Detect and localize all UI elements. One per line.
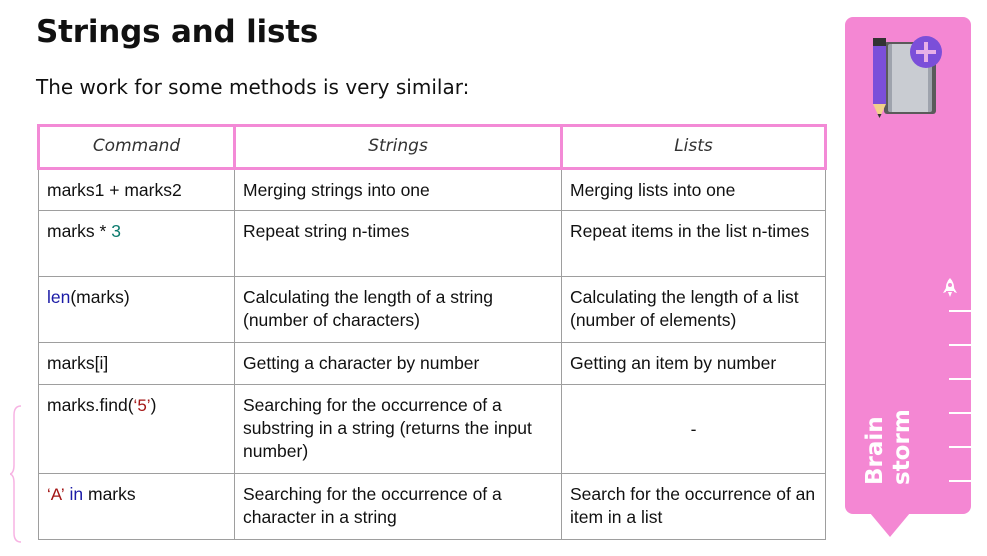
- table-row: ‘A’ in marks Searching for the occurrenc…: [38, 473, 826, 540]
- command-cell: marks * 3: [38, 210, 235, 277]
- lists-cell: Getting an item by number: [561, 342, 826, 385]
- header-command: Command: [37, 124, 236, 170]
- lists-cell: -: [561, 384, 826, 474]
- lists-cell: Merging lists into one: [561, 168, 826, 211]
- code-number: 3: [111, 221, 121, 241]
- strings-cell: Searching for the occurrence of a charac…: [234, 473, 562, 540]
- code-string: ‘A’: [47, 485, 65, 504]
- page-subtitle: The work for some methods is very simila…: [36, 75, 470, 99]
- table-header-row: Command Strings Lists: [37, 124, 827, 170]
- table-row: marks.find(‘5’) Searching for the occurr…: [38, 384, 826, 474]
- code-keyword: in: [64, 484, 84, 504]
- header-lists: Lists: [560, 124, 827, 170]
- strings-cell: Getting a character by number: [234, 342, 562, 385]
- table-row: len(marks) Calculating the length of a s…: [38, 276, 826, 343]
- comparison-table: Command Strings Lists marks1 + marks2 Me…: [37, 124, 827, 540]
- ruler-ticks: [949, 310, 975, 482]
- code-text: ): [150, 395, 157, 415]
- code-text: marks *: [47, 221, 112, 241]
- label-line-2: storm: [889, 409, 915, 485]
- command-cell: marks1 + marks2: [38, 168, 235, 211]
- notebook-pencil-plus-icon: [873, 36, 942, 118]
- brainstorm-label: Brain storm: [862, 355, 916, 485]
- command-cell: marks.find(‘5’): [38, 384, 235, 474]
- code-text: marks1 + marks2: [47, 180, 182, 200]
- code-keyword: len: [47, 287, 71, 307]
- lists-cell: Calculating the length of a list (number…: [561, 276, 826, 343]
- code-text: marks[i]: [47, 353, 109, 373]
- command-cell: marks[i]: [38, 342, 235, 385]
- code-text: (marks): [70, 287, 130, 307]
- command-cell: len(marks): [38, 276, 235, 343]
- header-strings: Strings: [233, 124, 563, 170]
- strings-cell: Merging strings into one: [234, 168, 562, 211]
- lists-cell: Search for the occurrence of an item in …: [561, 473, 826, 540]
- code-text: marks: [83, 484, 136, 504]
- rocket-icon: [943, 278, 957, 297]
- table-row: marks[i] Getting a character by number G…: [38, 342, 826, 385]
- lists-cell: Repeat items in the list n-times: [561, 210, 826, 277]
- label-line-1: Brain: [862, 416, 888, 485]
- strings-cell: Repeat string n-times: [234, 210, 562, 277]
- brace-decoration: [10, 405, 22, 543]
- command-cell: ‘A’ in marks: [38, 473, 235, 540]
- table-row: marks1 + marks2 Merging strings into one…: [38, 168, 826, 211]
- code-text: marks.find(: [47, 395, 134, 415]
- strings-cell: Calculating the length of a string (numb…: [234, 276, 562, 343]
- page-title: Strings and lists: [36, 14, 319, 50]
- panel-notch: [870, 513, 910, 537]
- table-row: marks * 3 Repeat string n-times Repeat i…: [38, 210, 826, 277]
- strings-cell: Searching for the occurrence of a substr…: [234, 384, 562, 474]
- code-string: ‘5’: [133, 396, 151, 415]
